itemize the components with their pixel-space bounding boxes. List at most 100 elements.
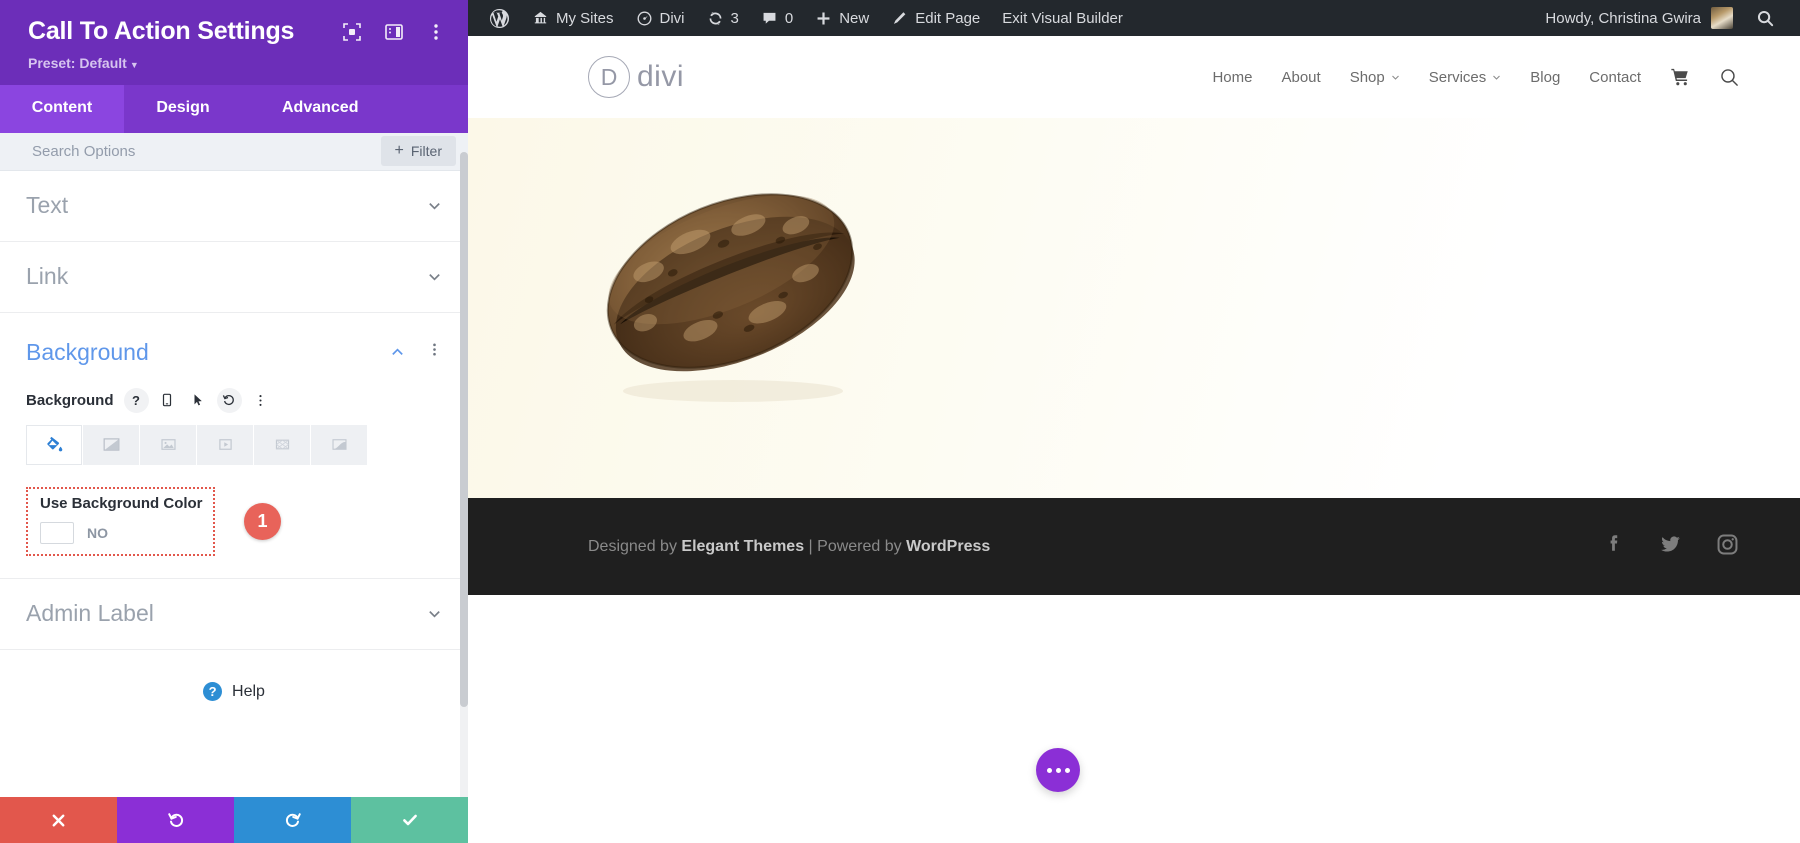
use-background-color-label: Use Background Color [40,494,203,512]
admin-bar-divi[interactable]: Divi [625,0,696,36]
admin-bar-exit-visual-builder[interactable]: Exit Visual Builder [991,0,1134,36]
hover-cursor-icon[interactable] [186,388,211,413]
panel-layout-icon[interactable] [384,22,404,42]
section-text[interactable]: Text [0,171,468,242]
site-footer: Designed by Elegant Themes | Powered by … [468,498,1800,595]
hero-section [468,118,1800,498]
sites-house-icon [534,11,547,23]
focus-target-icon[interactable] [342,22,362,42]
background-mask-icon[interactable] [311,424,368,465]
panel-tabs: Content Design Advanced [0,84,468,133]
background-video-icon[interactable] [197,424,254,465]
admin-bar-my-sites[interactable]: My Sites [521,0,625,36]
section-admin-label-text: Admin Label [26,600,154,626]
wordpress-admin-bar: My Sites Divi 3 0 New Edit Page Exit Vis… [468,0,1800,36]
footer-credit: Designed by Elegant Themes | Powered by … [588,538,990,556]
panel-footer [0,797,468,843]
background-type-tabs [26,424,442,465]
filter-button[interactable]: + Filter [380,136,456,166]
panel-scrollbar-thumb[interactable] [460,152,468,707]
tab-design[interactable]: Design [124,84,242,133]
redo-button[interactable] [234,797,351,843]
help-link[interactable]: ? Help [0,650,468,734]
three-dots-icon [1046,767,1070,773]
search-bar: + Filter [0,132,468,171]
section-link[interactable]: Link [0,242,468,313]
artisan-bread-loaf-photo [606,193,855,402]
nav-item-shop[interactable]: Shop [1350,69,1400,86]
nav-item-about[interactable]: About [1281,69,1320,86]
site-navigation: Home About Shop Services Blog Contact [1212,67,1740,88]
background-pattern-icon[interactable] [254,424,311,465]
nav-item-home[interactable]: Home [1212,69,1252,86]
more-options-dots-icon[interactable] [248,388,273,413]
help-icon[interactable]: ? [123,387,149,413]
section-background: Background Background ? Use Background C… [0,313,468,579]
undo-arrow-icon [167,813,183,827]
admin-bar-howdy[interactable]: Howdy, Christina Gwira [1533,7,1745,29]
nav-item-home-label: Home [1212,68,1253,86]
use-background-color-toggle[interactable] [40,521,74,544]
facebook-icon[interactable] [1601,532,1626,562]
mobile-responsive-icon[interactable] [155,388,180,413]
background-image-icon[interactable] [140,424,197,465]
section-options-dots-icon[interactable] [427,342,442,362]
admin-bar-divi-label: Divi [659,9,685,27]
admin-bar-updates[interactable]: 3 [696,0,750,36]
updates-refresh-icon [709,11,721,25]
chevron-down-icon [1391,75,1399,80]
search-input[interactable] [0,142,381,160]
footer-powered-by-brand[interactable]: WordPress [906,538,990,555]
cancel-button[interactable] [0,797,117,843]
visual-builder-menu-button[interactable] [1036,748,1080,792]
admin-bar-comments[interactable]: 0 [750,0,804,36]
save-button[interactable] [351,797,468,843]
filter-button-label: Filter [410,143,442,159]
screen-root: Call To Action Settings Preset: Default … [0,0,1800,843]
search-icon[interactable] [1719,67,1740,88]
page-title: Call To Action Settings [28,17,295,45]
instagram-icon[interactable] [1715,532,1740,562]
nav-item-services[interactable]: Services [1429,69,1502,86]
nav-item-shop-label: Shop [1349,68,1385,86]
section-admin-label[interactable]: Admin Label [0,579,468,650]
background-gradient-icon[interactable] [83,424,140,465]
use-background-color-highlight: Use Background Color NO 1 [26,486,281,556]
checkmark-icon [402,814,417,826]
reset-undo-icon[interactable] [216,387,242,413]
use-background-color-state: NO [87,524,108,541]
chevron-down-icon [1493,75,1501,80]
section-link-label: Link [26,263,69,289]
chevron-down-icon [429,274,440,281]
admin-bar-exit-visual-builder-label: Exit Visual Builder [1002,9,1123,27]
undo-button[interactable] [117,797,234,843]
shopping-cart-icon[interactable] [1670,67,1690,87]
twitter-icon[interactable] [1658,532,1683,562]
site-logo[interactable]: D divi [588,56,684,98]
admin-bar-comments-count: 0 [784,9,794,27]
section-background-label[interactable]: Background [26,339,390,366]
background-color-icon[interactable] [26,424,83,465]
chevron-down-icon: ▼ [129,59,139,70]
footer-designed-by-brand[interactable]: Elegant Themes [681,538,804,555]
nav-item-blog[interactable]: Blog [1530,69,1560,86]
tab-content[interactable]: Content [0,84,124,133]
panel-scrollbar[interactable] [460,152,468,797]
admin-bar-edit-page[interactable]: Edit Page [880,0,991,36]
divi-module-settings-panel: Call To Action Settings Preset: Default … [0,0,468,843]
help-icon: ? [203,682,223,701]
nav-item-contact[interactable]: Contact [1589,69,1641,86]
tab-advanced[interactable]: Advanced [242,84,468,133]
admin-bar-howdy-label: Howdy, Christina Gwira [1545,9,1701,27]
nav-item-contact-label: Contact [1589,68,1641,86]
chevron-up-icon[interactable] [390,345,405,360]
chevron-down-icon [429,203,440,210]
preset-selector[interactable]: Preset: Default ▼ [28,55,446,71]
admin-bar-search[interactable] [1745,0,1786,36]
chevron-down-icon [429,611,440,618]
admin-bar-wordpress-logo[interactable] [478,0,521,36]
admin-bar-new[interactable]: New [804,0,880,36]
divi-logo-icon: D [588,56,630,98]
nav-item-services-label: Services [1428,68,1487,86]
vertical-dots-icon[interactable] [426,22,446,42]
